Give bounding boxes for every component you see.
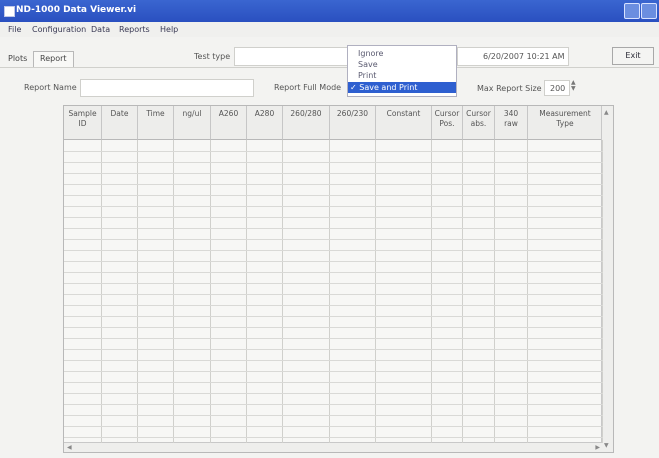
scroll-down-icon[interactable]: ▼	[604, 442, 609, 449]
table-row	[64, 173, 603, 174]
table-column-divider	[210, 140, 211, 443]
table-row	[64, 184, 603, 185]
dropdown-option-print[interactable]: Print	[348, 70, 456, 81]
table-row	[64, 283, 603, 284]
table-row	[64, 327, 603, 328]
table-column-divider	[527, 140, 528, 443]
table-column-divider	[329, 140, 330, 443]
title-bar: ND-1000 Data Viewer.vi	[0, 0, 659, 22]
table-row	[64, 382, 603, 383]
column-header-date[interactable]: Date	[102, 106, 138, 140]
menu-bar: File Configuration Data Reports Help	[0, 22, 659, 37]
column-header-cursor-pos[interactable]: Cursor Pos.	[432, 106, 463, 140]
tab-panel-border	[0, 67, 659, 68]
dropdown-option-save[interactable]: Save	[348, 59, 456, 70]
table-row	[64, 261, 603, 262]
table-row	[64, 404, 603, 405]
table-row	[64, 426, 603, 427]
max-report-size-value: 200	[550, 84, 566, 93]
updown-spinner-icon[interactable]: ▲ ▼	[571, 80, 576, 92]
table-row	[64, 239, 603, 240]
table-row	[64, 195, 603, 196]
table-column-divider	[282, 140, 283, 443]
table-column-divider	[602, 140, 603, 443]
dropdown-option-ignore[interactable]: Ignore	[348, 48, 456, 59]
table-row	[64, 294, 603, 295]
column-header-ng-ul[interactable]: ng/ul	[174, 106, 211, 140]
menu-help[interactable]: Help	[160, 25, 178, 34]
column-header-constant[interactable]: Constant	[376, 106, 432, 140]
tab-report[interactable]: Report	[33, 51, 74, 67]
menu-configuration[interactable]: Configuration	[32, 25, 86, 34]
menu-reports[interactable]: Reports	[119, 25, 150, 34]
column-header-measurement-type[interactable]: Measurement Type	[528, 106, 603, 140]
minimize-button[interactable]	[624, 3, 640, 19]
tab-plots[interactable]: Plots	[8, 54, 27, 63]
selected-option-label: Save and Print	[359, 83, 418, 92]
table-column-divider	[431, 140, 432, 443]
datetime-value: 6/20/2007 10:21 AM	[483, 52, 565, 61]
table-column-divider	[246, 140, 247, 443]
table-row	[64, 316, 603, 317]
table-row	[64, 393, 603, 394]
column-header-sample-id[interactable]: Sample ID	[64, 106, 102, 140]
table-row	[64, 206, 603, 207]
table-row	[64, 250, 603, 251]
table-row	[64, 360, 603, 361]
table-row	[64, 217, 603, 218]
exit-button[interactable]: Exit	[612, 47, 654, 65]
scroll-up-icon[interactable]: ▲	[604, 109, 609, 116]
column-header-cursor-abs[interactable]: Cursor abs.	[463, 106, 495, 140]
table-row	[64, 305, 603, 306]
column-header-340-raw[interactable]: 340 raw	[495, 106, 528, 140]
report-full-mode-label: Report Full Mode	[274, 83, 342, 92]
table-row	[64, 338, 603, 339]
menu-data[interactable]: Data	[91, 25, 110, 34]
report-name-field[interactable]	[80, 79, 254, 97]
table-column-divider	[173, 140, 174, 443]
horizontal-scrollbar[interactable]: ◀ ▶	[64, 442, 603, 452]
table-row	[64, 349, 603, 350]
report-mode-dropdown-list[interactable]: Ignore Save Print ✓ Save and Print	[347, 45, 457, 97]
checkmark-icon: ✓	[350, 83, 357, 92]
window-title: ND-1000 Data Viewer.vi	[16, 5, 137, 15]
column-header-time[interactable]: Time	[138, 106, 174, 140]
column-header-a260[interactable]: A260	[211, 106, 247, 140]
datetime-display: 6/20/2007 10:21 AM	[457, 47, 569, 66]
table-row	[64, 162, 603, 163]
column-header-a280[interactable]: A280	[247, 106, 283, 140]
close-button[interactable]	[641, 3, 657, 19]
table-column-divider	[494, 140, 495, 443]
scroll-left-icon[interactable]: ◀	[67, 444, 72, 451]
scroll-right-icon[interactable]: ▶	[595, 444, 600, 451]
table-row	[64, 228, 603, 229]
app-window-icon	[4, 6, 15, 17]
table-column-divider	[462, 140, 463, 443]
report-table[interactable]: Sample ID Date Time ng/ul A260 A280 260/…	[63, 105, 614, 453]
table-row	[64, 437, 603, 438]
dropdown-option-save-and-print[interactable]: ✓ Save and Print	[348, 82, 456, 93]
table-row	[64, 272, 603, 273]
max-report-size-label: Max Report Size	[477, 84, 542, 93]
table-row	[64, 371, 603, 372]
table-column-divider	[375, 140, 376, 443]
report-name-label: Report Name	[24, 83, 77, 92]
table-row	[64, 151, 603, 152]
test-type-label: Test type	[194, 52, 231, 61]
menu-file[interactable]: File	[8, 25, 21, 34]
column-header-260-280[interactable]: 260/280	[283, 106, 330, 140]
test-type-field[interactable]	[234, 47, 348, 66]
column-header-260-230[interactable]: 260/230	[330, 106, 376, 140]
table-column-divider	[101, 140, 102, 443]
table-column-divider	[137, 140, 138, 443]
max-report-size-field[interactable]: 200	[544, 80, 570, 96]
table-row	[64, 415, 603, 416]
